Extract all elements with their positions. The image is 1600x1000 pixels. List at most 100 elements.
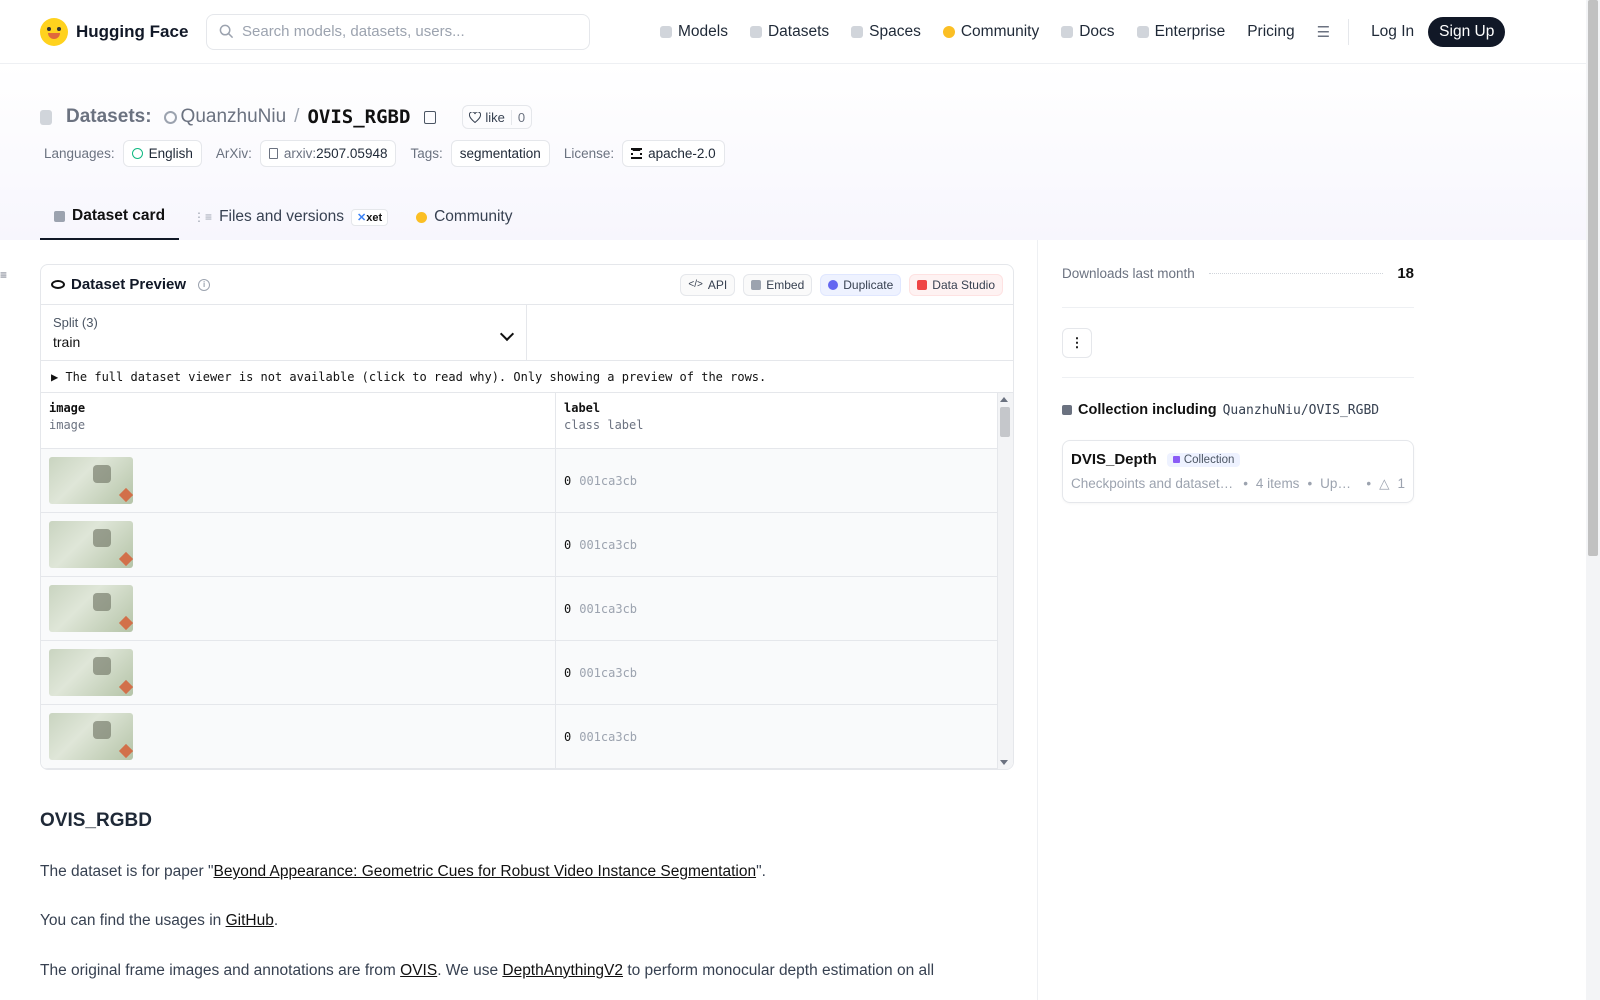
collection-card[interactable]: DVIS_Depth Collection Checkpoints and da…	[1062, 440, 1414, 503]
nav-enterprise-label: Enterprise	[1154, 22, 1226, 40]
login-link[interactable]: Log In	[1371, 23, 1414, 41]
nav-pricing-label: Pricing	[1247, 22, 1295, 40]
page-scrollbar[interactable]	[1586, 0, 1600, 1000]
paper-link[interactable]: Beyond Appearance: Geometric Cues for Ro…	[214, 863, 757, 880]
image-thumbnail[interactable]	[49, 585, 133, 632]
languages-label: Languages:	[44, 145, 115, 161]
dataset-card-icon	[54, 210, 65, 222]
files-icon: ⋮≡	[193, 210, 213, 224]
brand-logo[interactable]: Hugging Face	[40, 17, 204, 46]
p3-a: The original frame images and annotation…	[40, 961, 401, 979]
collection-repo: QuanzhuNiu/OVIS_RGBD	[1222, 402, 1380, 418]
page-scroll-thumb[interactable]	[1588, 0, 1598, 556]
image-thumbnail[interactable]	[49, 457, 133, 504]
community-icon	[942, 25, 955, 38]
table-scroll-thumb[interactable]	[1000, 407, 1010, 437]
p3-c: to perform monocular depth estimation on…	[623, 961, 935, 979]
nav-models[interactable]: Models	[660, 23, 728, 41]
repo-title-row: Datasets: QuanzhuNiu / OVIS_RGBD like 0	[40, 64, 1560, 134]
repo-owner[interactable]: QuanzhuNiu	[163, 106, 287, 128]
downloads-row: Downloads last month 18	[1062, 240, 1414, 308]
info-icon[interactable]: i	[198, 278, 211, 291]
repo-type-label[interactable]: Datasets:	[66, 106, 152, 128]
nav-enterprise[interactable]: Enterprise	[1136, 22, 1226, 41]
search-box[interactable]	[206, 13, 590, 50]
nav-community[interactable]: Community	[942, 22, 1040, 41]
more-options-button[interactable]: ⋮	[1062, 327, 1092, 358]
column-header-image[interactable]: image image	[41, 393, 556, 448]
license-tag[interactable]: apache-2.0	[622, 139, 725, 167]
viewer-notice[interactable]: ▶ The full dataset viewer is not availab…	[41, 361, 1013, 393]
repo-name[interactable]: OVIS_RGBD	[307, 106, 410, 128]
table-row[interactable]: 0 001ca3cb	[41, 705, 1013, 769]
nav-spaces[interactable]: Spaces	[851, 23, 921, 41]
tab-community[interactable]: Community	[402, 194, 526, 240]
xet-icon: ✕	[356, 211, 367, 224]
collection-updated: Updated	[1320, 476, 1358, 491]
like-button[interactable]: like 0	[462, 105, 533, 129]
label-index: 0	[564, 729, 572, 744]
repo-header: Datasets: QuanzhuNiu / OVIS_RGBD like 0 …	[0, 64, 1600, 240]
collection-upvotes: 1	[1397, 476, 1405, 491]
arxiv-tag[interactable]: arxiv:2507.05948	[259, 139, 397, 167]
depthanything-link[interactable]: DepthAnythingV2	[502, 962, 623, 979]
col1-name: image	[49, 401, 86, 415]
collection-icon	[1062, 405, 1072, 415]
table-row[interactable]: 0 001ca3cb	[41, 641, 1013, 705]
label-name: 001ca3cb	[579, 729, 638, 744]
datasets-icon	[749, 25, 762, 38]
label-index: 0	[564, 601, 572, 616]
eye-icon	[51, 280, 65, 289]
column-header-label[interactable]: label class label	[556, 393, 999, 448]
scroll-down-icon[interactable]	[1000, 760, 1008, 765]
preview-title: Dataset Preview i	[51, 276, 211, 293]
data-studio-button[interactable]: Data Studio	[909, 273, 1003, 296]
table-scrollbar[interactable]	[997, 393, 1013, 769]
card-paragraph-3: The original frame images and annotation…	[40, 961, 1037, 980]
table-row[interactable]: 0 001ca3cb	[41, 513, 1013, 577]
nav-community-label: Community	[960, 22, 1040, 40]
upvote-icon: △	[1379, 476, 1390, 491]
label-index: 0	[564, 537, 572, 552]
community-tab-icon	[416, 211, 428, 223]
table-row[interactable]: 0 001ca3cb	[41, 449, 1013, 513]
nav-spaces-label: Spaces	[869, 22, 921, 40]
tab-dataset-card[interactable]: Dataset card	[40, 194, 180, 240]
owner-name: QuanzhuNiu	[180, 106, 287, 127]
language-tag[interactable]: English	[122, 139, 202, 167]
table-row[interactable]: 0 001ca3cb	[41, 577, 1013, 641]
image-thumbnail[interactable]	[49, 713, 133, 760]
duplicate-button[interactable]: Duplicate	[820, 273, 902, 296]
tab-files-and-versions[interactable]: ⋮≡ Files and versions ✕xet	[179, 194, 402, 240]
nav-docs[interactable]: Docs	[1061, 23, 1115, 41]
right-sidebar: Downloads last month 18 ⋮ Collection inc…	[1038, 240, 1432, 1000]
signup-button[interactable]: Sign Up	[1428, 16, 1506, 47]
scroll-up-icon[interactable]	[1000, 397, 1008, 402]
label-name: 001ca3cb	[579, 473, 638, 488]
preview-actions: </> API Embed Duplicate Data Studio	[680, 273, 1003, 296]
xet-badge: ✕xet	[350, 208, 389, 226]
search-input[interactable]	[242, 23, 562, 40]
github-link[interactable]: GitHub	[226, 912, 274, 929]
path-separator: /	[294, 106, 300, 127]
api-button[interactable]: </> API	[680, 273, 736, 296]
image-thumbnail[interactable]	[49, 521, 133, 568]
split-select[interactable]: Split (3) train	[41, 305, 527, 360]
col2-name: label	[564, 401, 601, 415]
copy-icon[interactable]	[424, 110, 437, 124]
embed-button[interactable]: Embed	[743, 273, 813, 296]
segmentation-tag[interactable]: segmentation	[450, 139, 550, 167]
table-header: image image label class label	[41, 393, 1013, 449]
ovis-link[interactable]: OVIS	[400, 962, 437, 979]
heart-icon	[469, 111, 482, 123]
license-label: License:	[563, 145, 615, 161]
repo-tabs: Dataset card ⋮≡ Files and versions ✕xet Co…	[40, 194, 527, 240]
collection-badge: Collection	[1166, 452, 1241, 467]
toc-toggle-icon[interactable]: ≡	[0, 268, 7, 282]
image-thumbnail[interactable]	[49, 649, 133, 696]
more-menu-button[interactable]: ☰	[1317, 23, 1330, 41]
p2-pre: You can find the usages in	[40, 912, 226, 930]
nav-pricing[interactable]: Pricing	[1247, 23, 1294, 41]
nav-datasets[interactable]: Datasets	[749, 23, 829, 41]
arxiv-prefix: arxiv:	[283, 145, 317, 161]
